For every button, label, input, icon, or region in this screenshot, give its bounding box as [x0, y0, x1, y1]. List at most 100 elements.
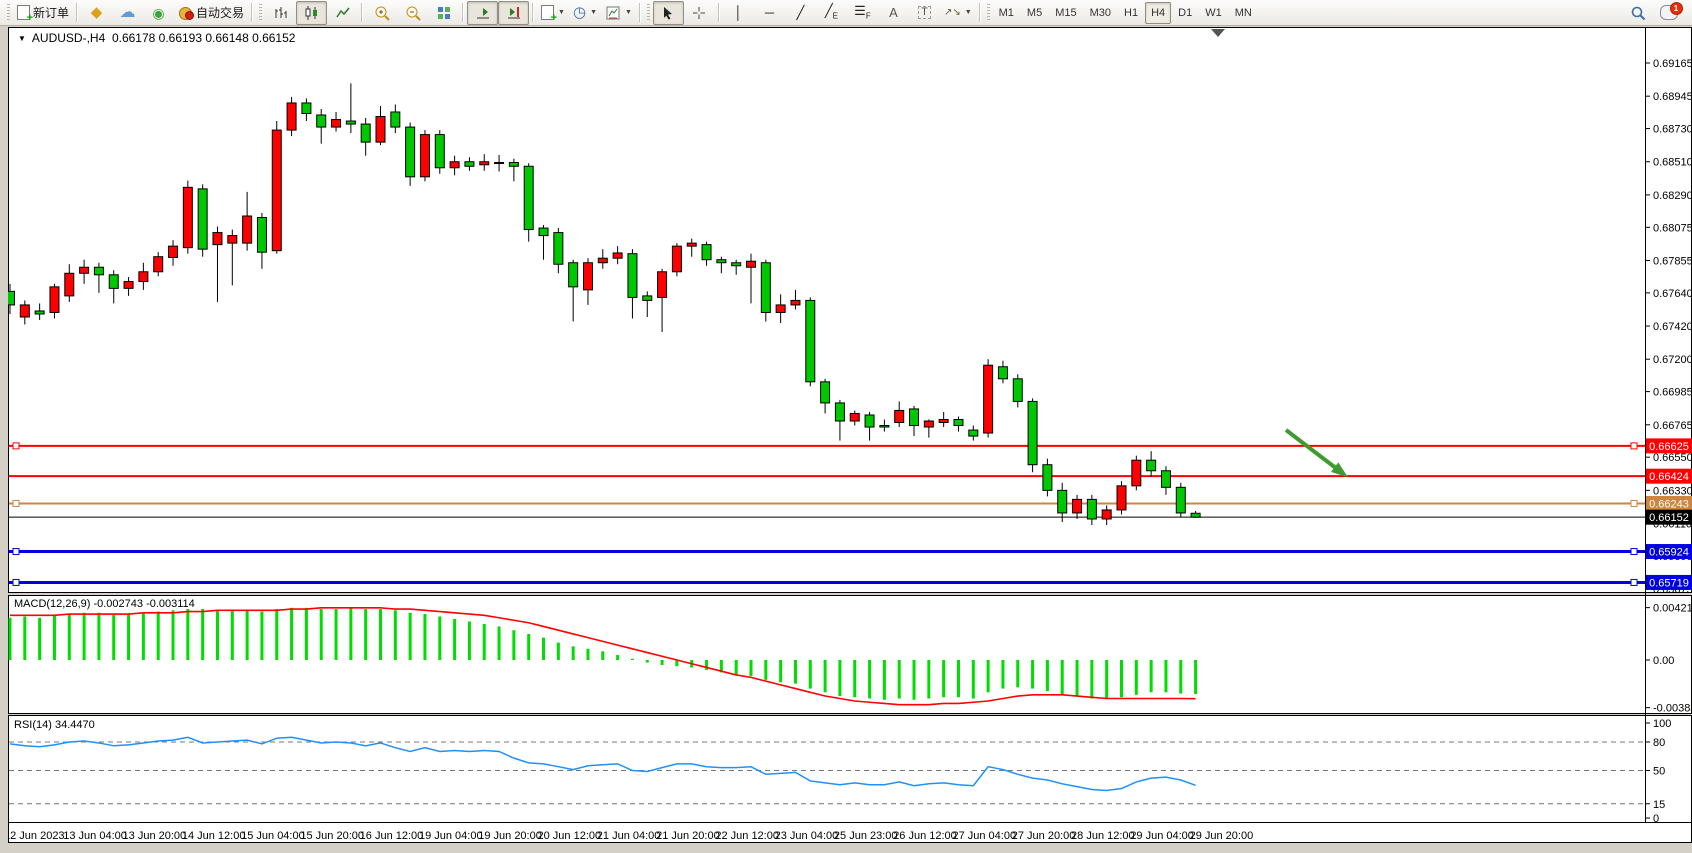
date-label[interactable]: 15 Jun 20:00	[300, 830, 364, 842]
candle-body-up	[895, 410, 904, 422]
toolbar-grip	[987, 4, 990, 22]
date-label[interactable]: 13 Jun 20:00	[123, 830, 187, 842]
candle-body-up	[420, 135, 429, 177]
line-handle[interactable]	[1631, 579, 1637, 585]
date-label[interactable]: 25 Jun 23:00	[834, 830, 898, 842]
timeframe-button-mn[interactable]: MN	[1229, 2, 1258, 24]
candle-body-up	[450, 162, 459, 168]
indicators-icon: +	[541, 5, 554, 20]
signals-button[interactable]: ◉	[143, 1, 174, 25]
date-label[interactable]: 19 Jun 20:00	[478, 830, 542, 842]
date-label[interactable]: 19 Jun 04:00	[419, 830, 483, 842]
date-label[interactable]: 21 Jun 20:00	[656, 830, 720, 842]
timeframe-button-m1[interactable]: M1	[993, 2, 1020, 24]
date-label[interactable]: 12 Jun 2023	[8, 830, 65, 842]
vertical-line-icon: │	[734, 6, 742, 19]
date-label[interactable]: 21 Jun 04:00	[597, 830, 661, 842]
line-handle[interactable]	[1631, 549, 1637, 555]
candle-body-up	[939, 419, 948, 422]
notifications-button[interactable]: 1	[1653, 1, 1684, 25]
chart-canvas[interactable]: 0.691650.689450.687300.685100.682900.680…	[8, 27, 1692, 848]
auto-scroll-button[interactable]	[467, 1, 498, 25]
crosshair-button[interactable]	[684, 1, 715, 25]
date-label[interactable]: 27 Jun 04:00	[952, 830, 1016, 842]
text-label-icon: T	[918, 6, 931, 19]
templates-icon	[605, 5, 621, 21]
date-label[interactable]: 29 Jun 20:00	[1190, 830, 1254, 842]
auto-trading-button[interactable]: 自动交易	[174, 1, 248, 25]
horizontal-line-button[interactable]: ─	[754, 1, 785, 25]
rsi-tick-label: 50	[1653, 766, 1665, 778]
candle-body-up	[598, 258, 607, 263]
candle-body-up	[776, 305, 785, 313]
candle-body-down	[1058, 490, 1067, 513]
date-label[interactable]: 13 Jun 04:00	[63, 830, 127, 842]
virtual-hosting-button[interactable]: ☁	[112, 1, 143, 25]
candle-body-down	[1013, 379, 1022, 402]
timeframe-button-m5[interactable]: M5	[1021, 2, 1048, 24]
vertical-line-button[interactable]: │	[723, 1, 754, 25]
candle-body-up	[243, 216, 252, 243]
line-handle[interactable]	[13, 579, 19, 585]
date-label[interactable]: 20 Jun 12:00	[538, 830, 602, 842]
candle-body-down	[94, 267, 103, 275]
price-tick-label: 0.68075	[1653, 222, 1692, 234]
chart-dropdown-icon[interactable]: ▼	[18, 34, 26, 43]
indicators-button[interactable]: + ▼	[537, 1, 569, 25]
line-chart-button[interactable]	[327, 1, 358, 25]
timeframe-button-h1[interactable]: H1	[1118, 2, 1144, 24]
cursor-button[interactable]	[653, 1, 684, 25]
date-label[interactable]: 26 Jun 12:00	[893, 830, 957, 842]
candle-body-down	[835, 403, 844, 421]
text-label-button[interactable]: T	[909, 1, 940, 25]
search-button[interactable]	[1622, 1, 1653, 25]
candle-body-up	[213, 233, 222, 245]
bar-chart-button[interactable]	[265, 1, 296, 25]
cursor-icon	[660, 5, 676, 21]
chart-shift-button[interactable]	[498, 1, 529, 25]
trendline-button[interactable]: ╱	[785, 1, 816, 25]
equidistant-channel-button[interactable]: ╱E	[816, 1, 847, 25]
candle-body-down	[435, 135, 444, 168]
date-label[interactable]: 27 Jun 20:00	[1012, 830, 1076, 842]
timeframe-button-w1[interactable]: W1	[1199, 2, 1228, 24]
market-button[interactable]: ◆	[81, 1, 112, 25]
toolbar-separator	[639, 3, 641, 22]
date-label[interactable]: 15 Jun 04:00	[241, 830, 305, 842]
candle-body-down	[643, 296, 652, 301]
fibonacci-button[interactable]: ☰F	[847, 1, 878, 25]
timeframe-button-m30[interactable]: M30	[1084, 2, 1117, 24]
line-handle[interactable]	[1631, 443, 1637, 449]
text-button[interactable]: A	[878, 1, 909, 25]
line-handle[interactable]	[13, 500, 19, 506]
candle-body-up	[272, 130, 281, 251]
date-label[interactable]: 14 Jun 12:00	[182, 830, 246, 842]
candle-body-up	[376, 117, 385, 143]
candle-body-up	[658, 272, 667, 298]
arrows-button[interactable]: ↗↘ ▼	[940, 1, 976, 25]
date-label[interactable]: 23 Jun 04:00	[775, 830, 839, 842]
candle-body-down	[717, 260, 726, 263]
timeframe-button-m15[interactable]: M15	[1049, 2, 1082, 24]
chevron-down-icon: ▼	[558, 9, 565, 16]
date-label[interactable]: 22 Jun 12:00	[715, 830, 779, 842]
zoom-in-button[interactable]	[366, 1, 397, 25]
timeframe-button-h4[interactable]: H4	[1145, 2, 1171, 24]
date-label[interactable]: 29 Jun 04:00	[1130, 830, 1194, 842]
zoom-out-button[interactable]	[397, 1, 428, 25]
date-label[interactable]: 16 Jun 12:00	[360, 830, 424, 842]
date-label[interactable]: 28 Jun 12:00	[1071, 830, 1135, 842]
line-handle[interactable]	[13, 443, 19, 449]
candle-body-down	[465, 162, 474, 167]
tile-windows-button[interactable]	[428, 1, 459, 25]
toolbar-separator	[718, 3, 720, 22]
line-handle[interactable]	[13, 549, 19, 555]
line-handle[interactable]	[1631, 500, 1637, 506]
timeframe-button-d1[interactable]: D1	[1172, 2, 1198, 24]
templates-button[interactable]: ▼	[601, 1, 636, 25]
new-order-button[interactable]: + 新订单	[13, 1, 73, 25]
candlestick-chart-button[interactable]	[296, 1, 327, 25]
periods-button[interactable]: ◷ ▼	[569, 1, 601, 25]
candlestick-chart-icon	[304, 5, 320, 21]
candle-body-down	[865, 415, 874, 427]
